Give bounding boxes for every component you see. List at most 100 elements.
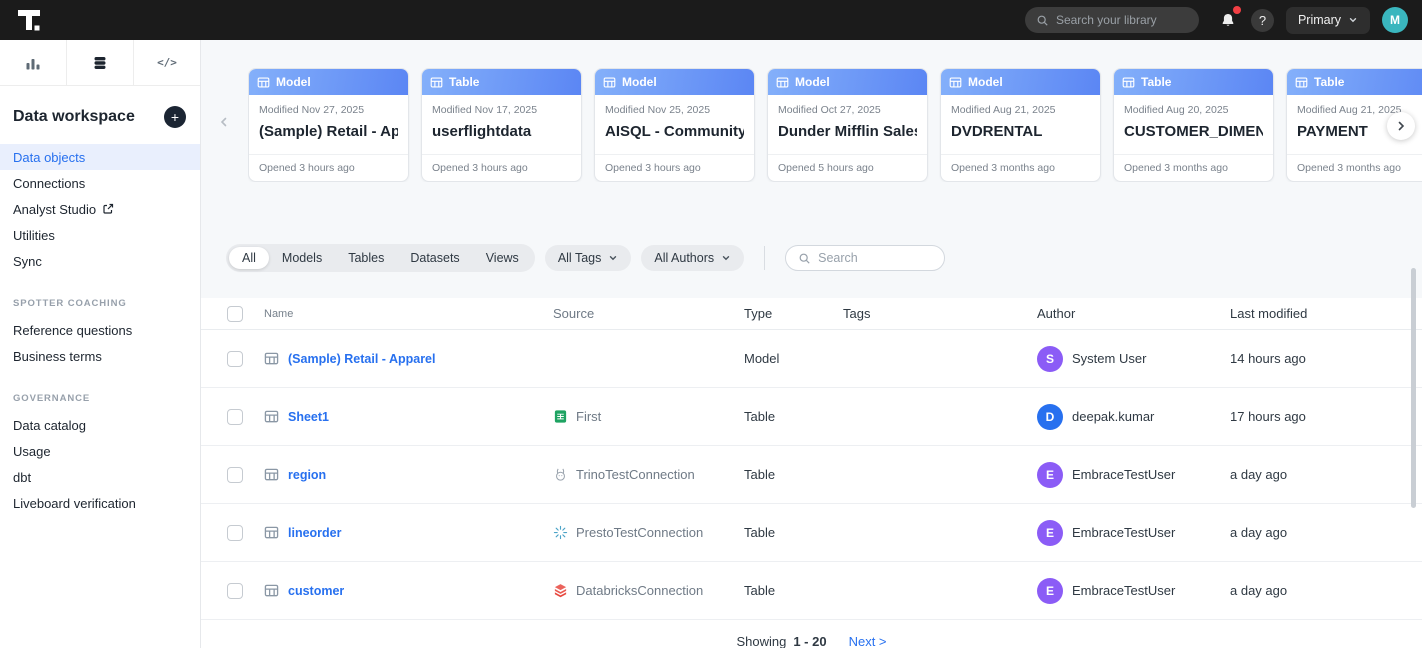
card-body: Modified Nov 17, 2025 userflightdata [422, 95, 581, 154]
authors-dropdown[interactable]: All Authors [641, 245, 744, 271]
recent-card[interactable]: Model Modified Aug 21, 2025 DVDRENTAL Op… [940, 68, 1101, 182]
card-body: Modified Nov 27, 2025 (Sample) Retail - … [249, 95, 408, 154]
card-modified: Modified Nov 25, 2025 [605, 104, 744, 116]
card-title: CUSTOMER_DIMENSION [1124, 123, 1263, 140]
sidebar-item-analyst-studio[interactable]: Analyst Studio [0, 196, 200, 222]
recent-card[interactable]: Table Modified Nov 17, 2025 userflightda… [421, 68, 582, 182]
sidebar-item-label: Data objects [13, 150, 85, 165]
author-avatar: E [1037, 578, 1063, 604]
recent-card[interactable]: Model Modified Oct 27, 2025 Dunder Miffl… [767, 68, 928, 182]
chevron-down-icon [721, 253, 731, 263]
card-type-label: Model [968, 75, 1003, 89]
card-type-badge: Model [595, 69, 754, 95]
trino-icon [553, 467, 568, 482]
table-row: region TrinoTestConnection Table E Embra… [201, 446, 1422, 504]
library-search-input[interactable] [1056, 13, 1176, 27]
pill-all[interactable]: All [229, 247, 269, 269]
table-grid-icon [257, 76, 270, 89]
card-opened: Opened 5 hours ago [768, 154, 927, 181]
topbar: ? Primary M [0, 0, 1422, 40]
list-search[interactable] [785, 245, 945, 271]
row-checkbox[interactable] [227, 351, 243, 367]
row-name-link[interactable]: region [288, 468, 326, 482]
sidebar-item-data-objects[interactable]: Data objects [0, 144, 200, 170]
tab-insights[interactable] [0, 40, 67, 85]
row-name-link[interactable]: Sheet1 [288, 410, 329, 424]
card-type-label: Model [795, 75, 830, 89]
sidebar-nav: Data objects Connections Analyst Studio … [0, 144, 200, 516]
sidebar-item-label: Business terms [13, 349, 102, 364]
recent-card[interactable]: Table Modified Aug 20, 2025 CUSTOMER_DIM… [1113, 68, 1274, 182]
pill-views[interactable]: Views [473, 247, 532, 269]
chevron-down-icon [1348, 15, 1358, 25]
sidebar-item-label: Reference questions [13, 323, 132, 338]
table-icon [264, 351, 279, 366]
table-header: Name Source Type Tags Author Last modifi… [201, 298, 1422, 330]
sidebar-item-reference-questions[interactable]: Reference questions [0, 317, 200, 343]
org-selector[interactable]: Primary [1286, 7, 1370, 34]
pill-models[interactable]: Models [269, 247, 335, 269]
card-opened: Opened 3 months ago [1287, 154, 1422, 181]
card-body: Modified Nov 25, 2025 AISQL - Community [595, 95, 754, 154]
table-row: lineorder PrestoTestConnection Table E E… [201, 504, 1422, 562]
sidebar-item-data-catalog[interactable]: Data catalog [0, 412, 200, 438]
section-heading-spotter-coaching: SPOTTER COACHING [0, 274, 200, 317]
card-type-badge: Model [941, 69, 1100, 95]
database-icon [92, 55, 108, 71]
next-page-link[interactable]: Next > [849, 634, 887, 648]
user-avatar[interactable]: M [1382, 7, 1408, 33]
recent-items-carousel: Model Modified Nov 27, 2025 (Sample) Ret… [201, 68, 1422, 184]
card-type-label: Table [449, 75, 479, 89]
card-opened: Opened 3 hours ago [595, 154, 754, 181]
row-last-modified: 14 hours ago [1230, 351, 1422, 366]
vertical-scrollbar[interactable] [1411, 268, 1416, 508]
sidebar-item-label: Sync [13, 254, 42, 269]
row-checkbox[interactable] [227, 583, 243, 599]
column-name: Name [264, 308, 553, 320]
notification-badge [1233, 6, 1241, 14]
external-link-icon [102, 203, 114, 215]
tab-developer[interactable]: </> [134, 40, 200, 85]
help-button[interactable]: ? [1251, 9, 1274, 32]
carousel-left-chevron-icon[interactable] [218, 116, 230, 128]
recent-card[interactable]: Model Modified Nov 27, 2025 (Sample) Ret… [248, 68, 409, 182]
row-type: Table [744, 583, 843, 598]
library-search[interactable] [1025, 7, 1199, 33]
row-checkbox[interactable] [227, 467, 243, 483]
pill-datasets[interactable]: Datasets [397, 247, 472, 269]
sidebar-item-usage[interactable]: Usage [0, 438, 200, 464]
notifications-bell-icon[interactable] [1217, 9, 1239, 31]
card-modified: Modified Aug 20, 2025 [1124, 104, 1263, 116]
card-type-badge: Model [249, 69, 408, 95]
sidebar-tabs: </> [0, 40, 200, 86]
sidebar-item-dbt[interactable]: dbt [0, 464, 200, 490]
row-checkbox[interactable] [227, 409, 243, 425]
list-search-input[interactable] [818, 251, 928, 265]
thoughtspot-logo[interactable] [14, 6, 44, 34]
workspace-header: Data workspace + [0, 86, 200, 144]
sidebar-item-business-terms[interactable]: Business terms [0, 343, 200, 369]
tab-data[interactable] [67, 40, 134, 85]
add-button[interactable]: + [164, 106, 186, 128]
select-all-checkbox[interactable] [227, 306, 243, 322]
sidebar-item-label: Usage [13, 444, 51, 459]
row-checkbox[interactable] [227, 525, 243, 541]
card-body: Modified Aug 21, 2025 DVDRENTAL [941, 95, 1100, 154]
recent-card[interactable]: Model Modified Nov 25, 2025 AISQL - Comm… [594, 68, 755, 182]
table-grid-icon [1295, 76, 1308, 89]
carousel-right-chevron-icon[interactable] [1387, 112, 1415, 140]
bar-chart-icon [25, 55, 41, 71]
card-type-badge: Table [1114, 69, 1273, 95]
card-body: Modified Oct 27, 2025 Dunder Mifflin Sal… [768, 95, 927, 154]
sheets-icon [553, 409, 568, 424]
sidebar-item-connections[interactable]: Connections [0, 170, 200, 196]
sidebar-item-utilities[interactable]: Utilities [0, 222, 200, 248]
sidebar-item-liveboard-verification[interactable]: Liveboard verification [0, 490, 200, 516]
row-name-link[interactable]: lineorder [288, 526, 342, 540]
sidebar-item-sync[interactable]: Sync [0, 248, 200, 274]
row-name-link[interactable]: (Sample) Retail - Apparel [288, 352, 436, 366]
tags-dropdown[interactable]: All Tags [545, 245, 632, 271]
row-name-link[interactable]: customer [288, 584, 344, 598]
pill-tables[interactable]: Tables [335, 247, 397, 269]
card-opened: Opened 3 months ago [1114, 154, 1273, 181]
